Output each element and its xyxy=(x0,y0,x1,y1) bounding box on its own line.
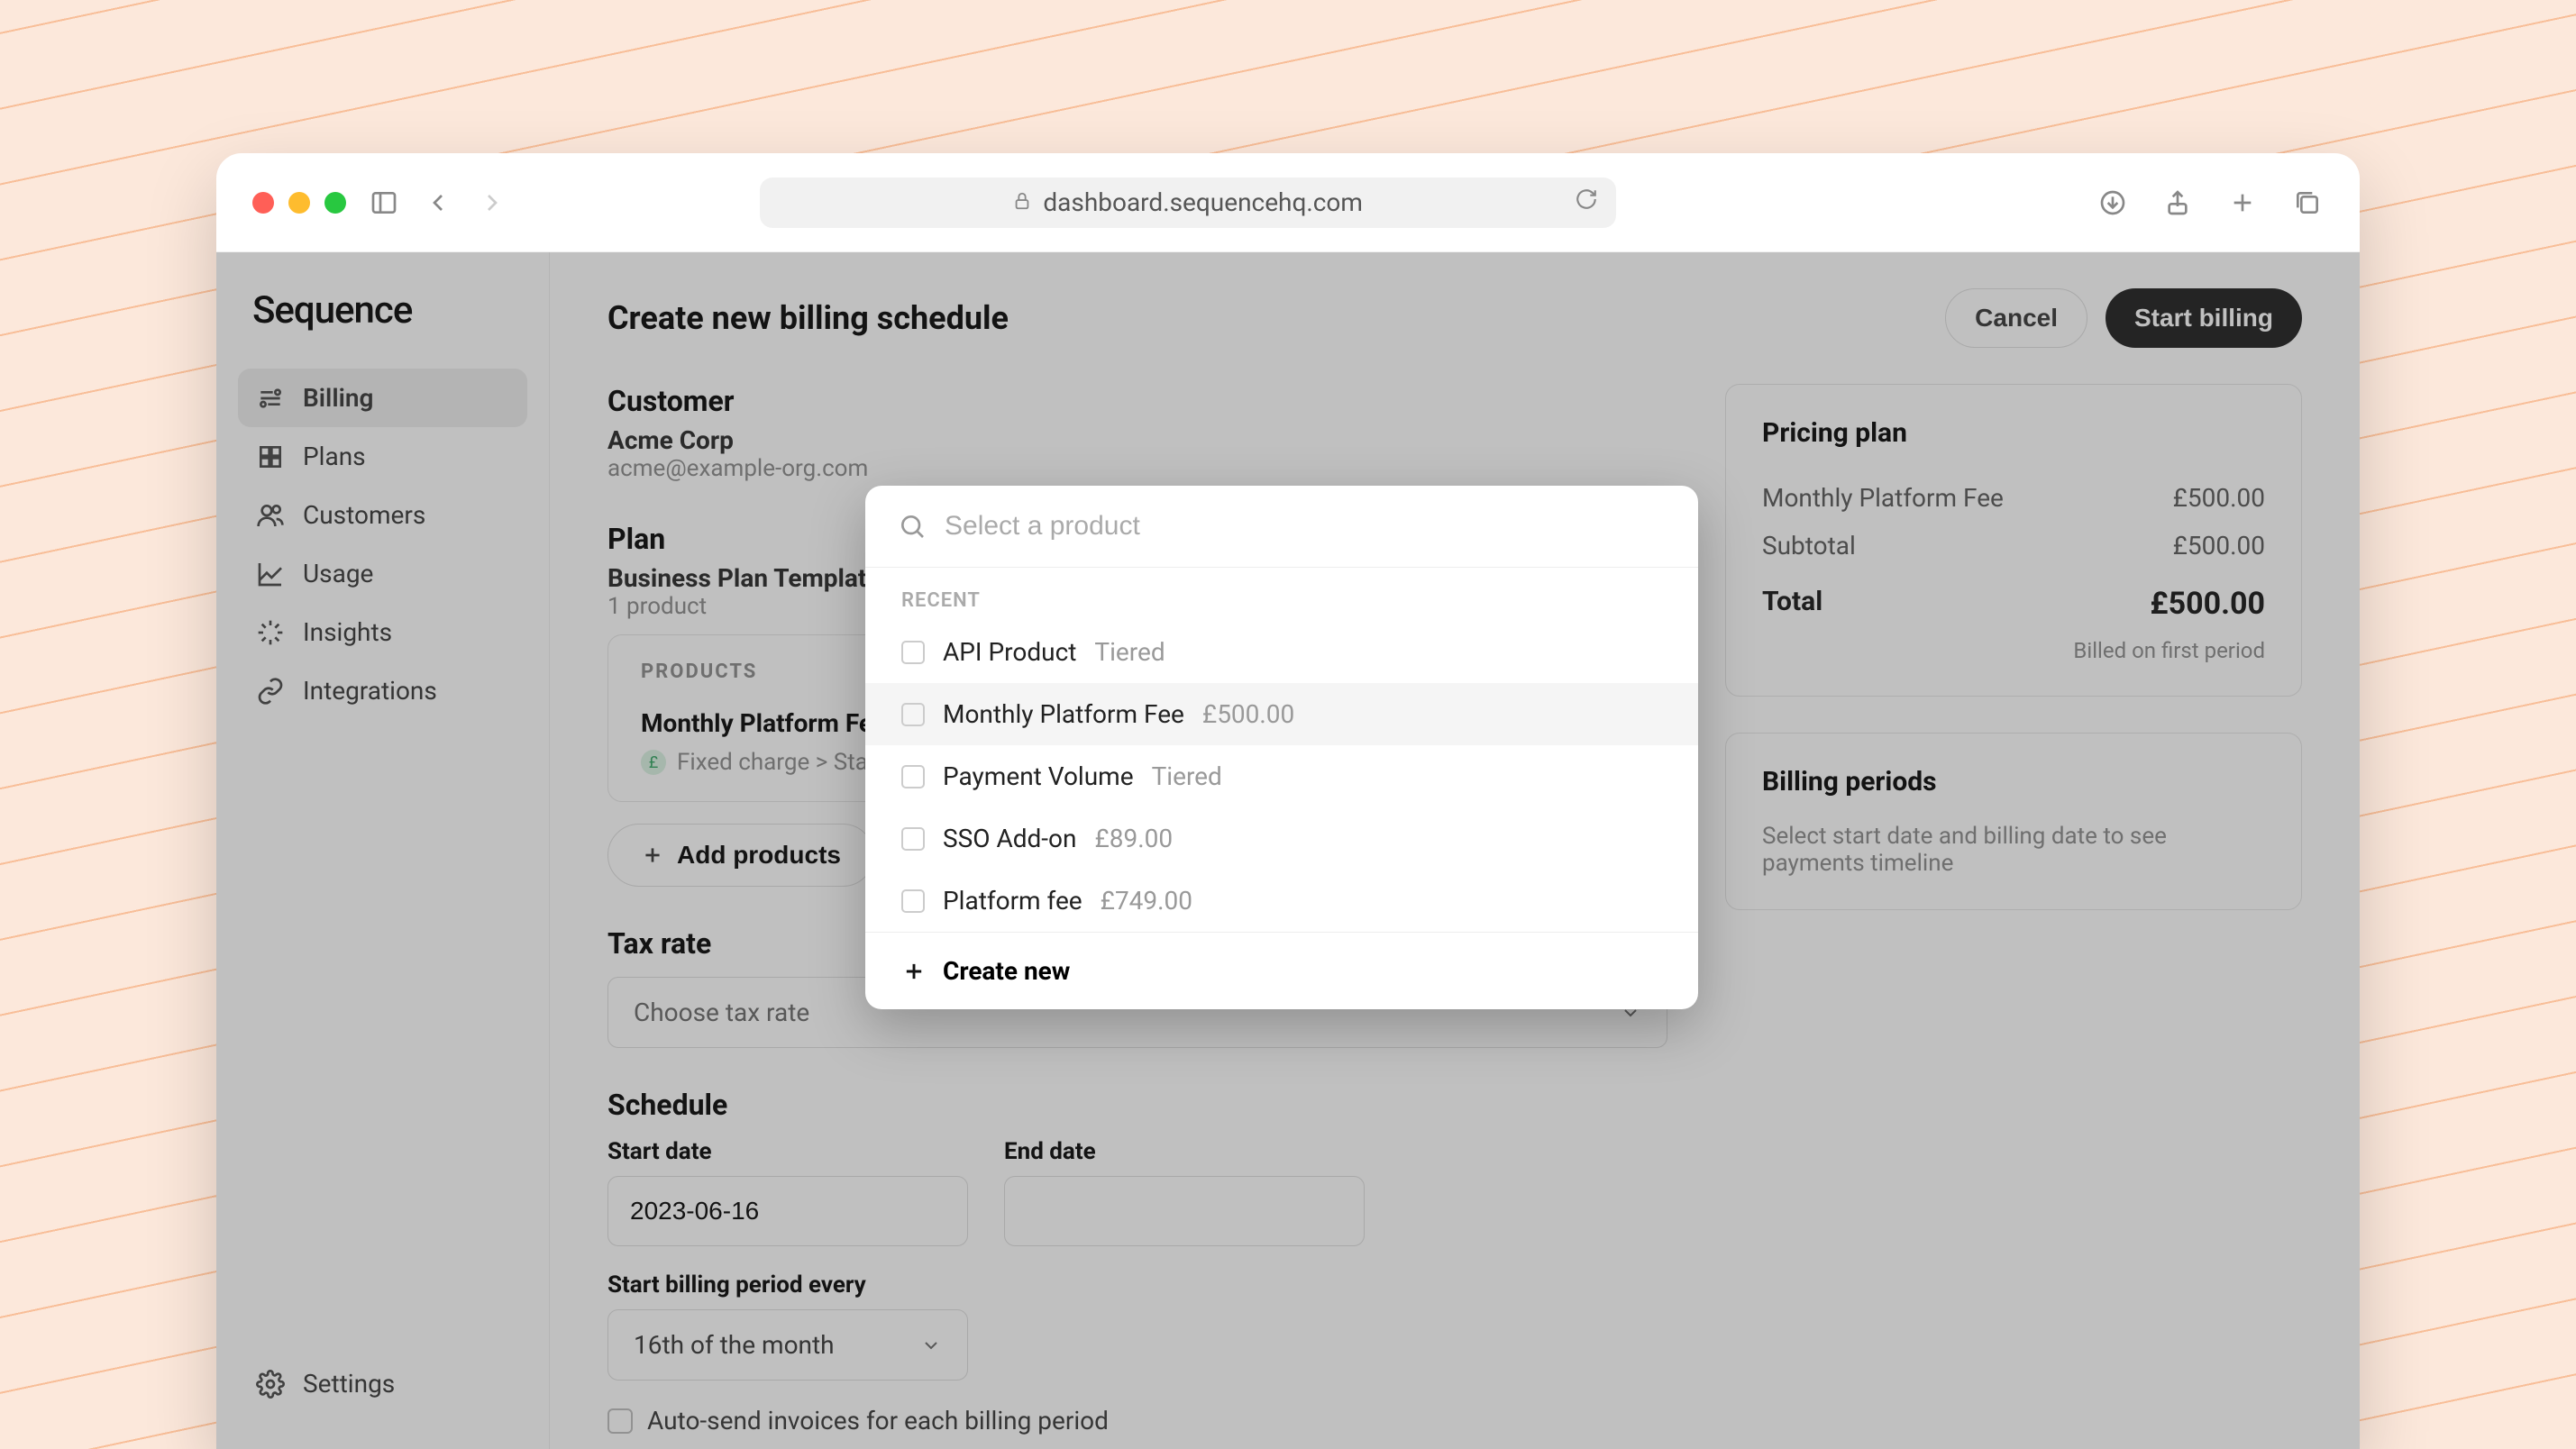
dropdown-item-name: API Product xyxy=(943,637,1076,667)
product-search-input[interactable] xyxy=(945,511,1666,542)
lock-icon xyxy=(1012,187,1032,217)
dropdown-search xyxy=(865,486,1698,568)
url-text: dashboard.sequencehq.com xyxy=(1043,187,1363,217)
download-icon[interactable] xyxy=(2096,187,2129,219)
dropdown-item-name: SSO Add-on xyxy=(943,824,1076,853)
close-window-icon[interactable] xyxy=(252,192,274,214)
plus-icon xyxy=(901,959,927,984)
dropdown-item-meta: Tiered xyxy=(1094,637,1165,667)
dropdown-item-payment-volume[interactable]: Payment Volume Tiered xyxy=(865,745,1698,807)
dropdown-section-label: RECENT xyxy=(865,568,1698,621)
maximize-window-icon[interactable] xyxy=(324,192,346,214)
dropdown-item-name: Monthly Platform Fee xyxy=(943,699,1184,729)
browser-window: dashboard.sequencehq.com Sequence Billin… xyxy=(216,153,2360,1449)
url-bar[interactable]: dashboard.sequencehq.com xyxy=(760,178,1616,228)
share-icon[interactable] xyxy=(2161,187,2194,219)
traffic-lights xyxy=(252,192,346,214)
checkbox-icon xyxy=(901,765,925,788)
dropdown-item-sso-addon[interactable]: SSO Add-on £89.00 xyxy=(865,807,1698,870)
dropdown-item-name: Payment Volume xyxy=(943,761,1134,791)
app-shell: Sequence Billing Plans Customers Usage I… xyxy=(216,252,2360,1449)
dropdown-item-meta: £749.00 xyxy=(1101,886,1192,916)
checkbox-icon xyxy=(901,641,925,664)
dropdown-create-new[interactable]: Create new xyxy=(865,932,1698,1009)
sidebar-toggle-icon[interactable] xyxy=(368,187,400,219)
search-icon xyxy=(898,512,927,541)
new-tab-icon[interactable] xyxy=(2226,187,2259,219)
back-icon[interactable] xyxy=(422,187,454,219)
dropdown-item-monthly-platform-fee[interactable]: Monthly Platform Fee £500.00 xyxy=(865,683,1698,745)
dropdown-item-meta: Tiered xyxy=(1152,761,1222,791)
product-dropdown: RECENT API Product Tiered Monthly Platfo… xyxy=(865,486,1698,1009)
forward-icon[interactable] xyxy=(476,187,508,219)
checkbox-icon xyxy=(901,827,925,851)
minimize-window-icon[interactable] xyxy=(288,192,310,214)
dropdown-item-meta: £500.00 xyxy=(1202,699,1294,729)
tabs-icon[interactable] xyxy=(2291,187,2324,219)
dropdown-item-meta: £89.00 xyxy=(1094,824,1173,853)
dropdown-item-name: Platform fee xyxy=(943,886,1082,916)
browser-toolbar: dashboard.sequencehq.com xyxy=(216,153,2360,252)
checkbox-icon xyxy=(901,703,925,726)
checkbox-icon xyxy=(901,889,925,913)
dropdown-item-platform-fee[interactable]: Platform fee £749.00 xyxy=(865,870,1698,932)
refresh-icon[interactable] xyxy=(1575,187,1598,217)
dropdown-item-api-product[interactable]: API Product Tiered xyxy=(865,621,1698,683)
create-new-label: Create new xyxy=(943,956,1070,986)
